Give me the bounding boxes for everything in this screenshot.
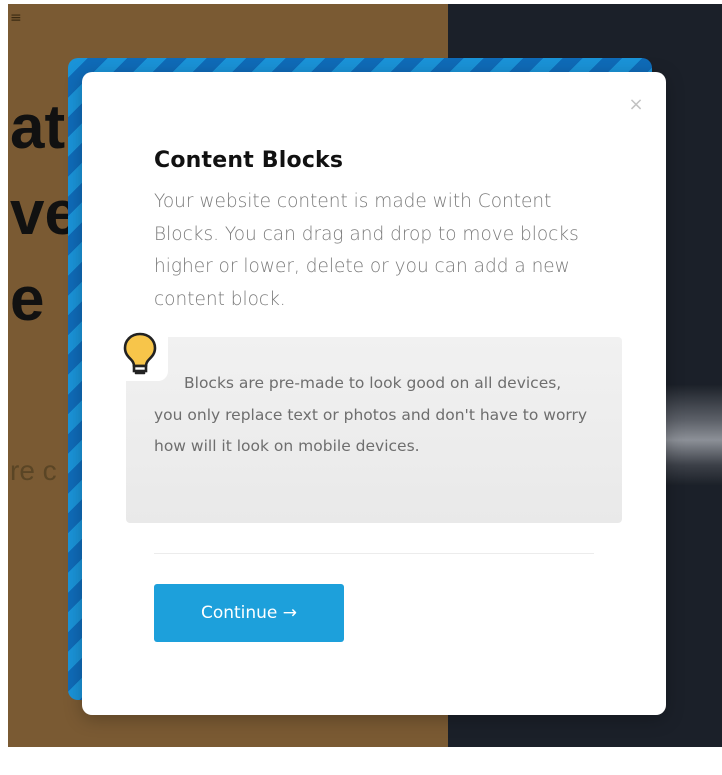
modal-description: Your website content is made with Conten… [154, 191, 579, 310]
tip-text: Blocks are pre-made to look good on all … [154, 374, 588, 455]
continue-button[interactable]: Continue → [154, 584, 344, 642]
lightbulb-icon [123, 332, 157, 375]
modal-divider [154, 553, 594, 554]
background-subtext: re c [10, 455, 57, 486]
background-menu-icon: ≡ [10, 10, 22, 26]
modal-title: Content Blocks [154, 148, 344, 173]
lightbulb-badge [112, 321, 168, 381]
close-icon[interactable]: × [626, 95, 646, 115]
